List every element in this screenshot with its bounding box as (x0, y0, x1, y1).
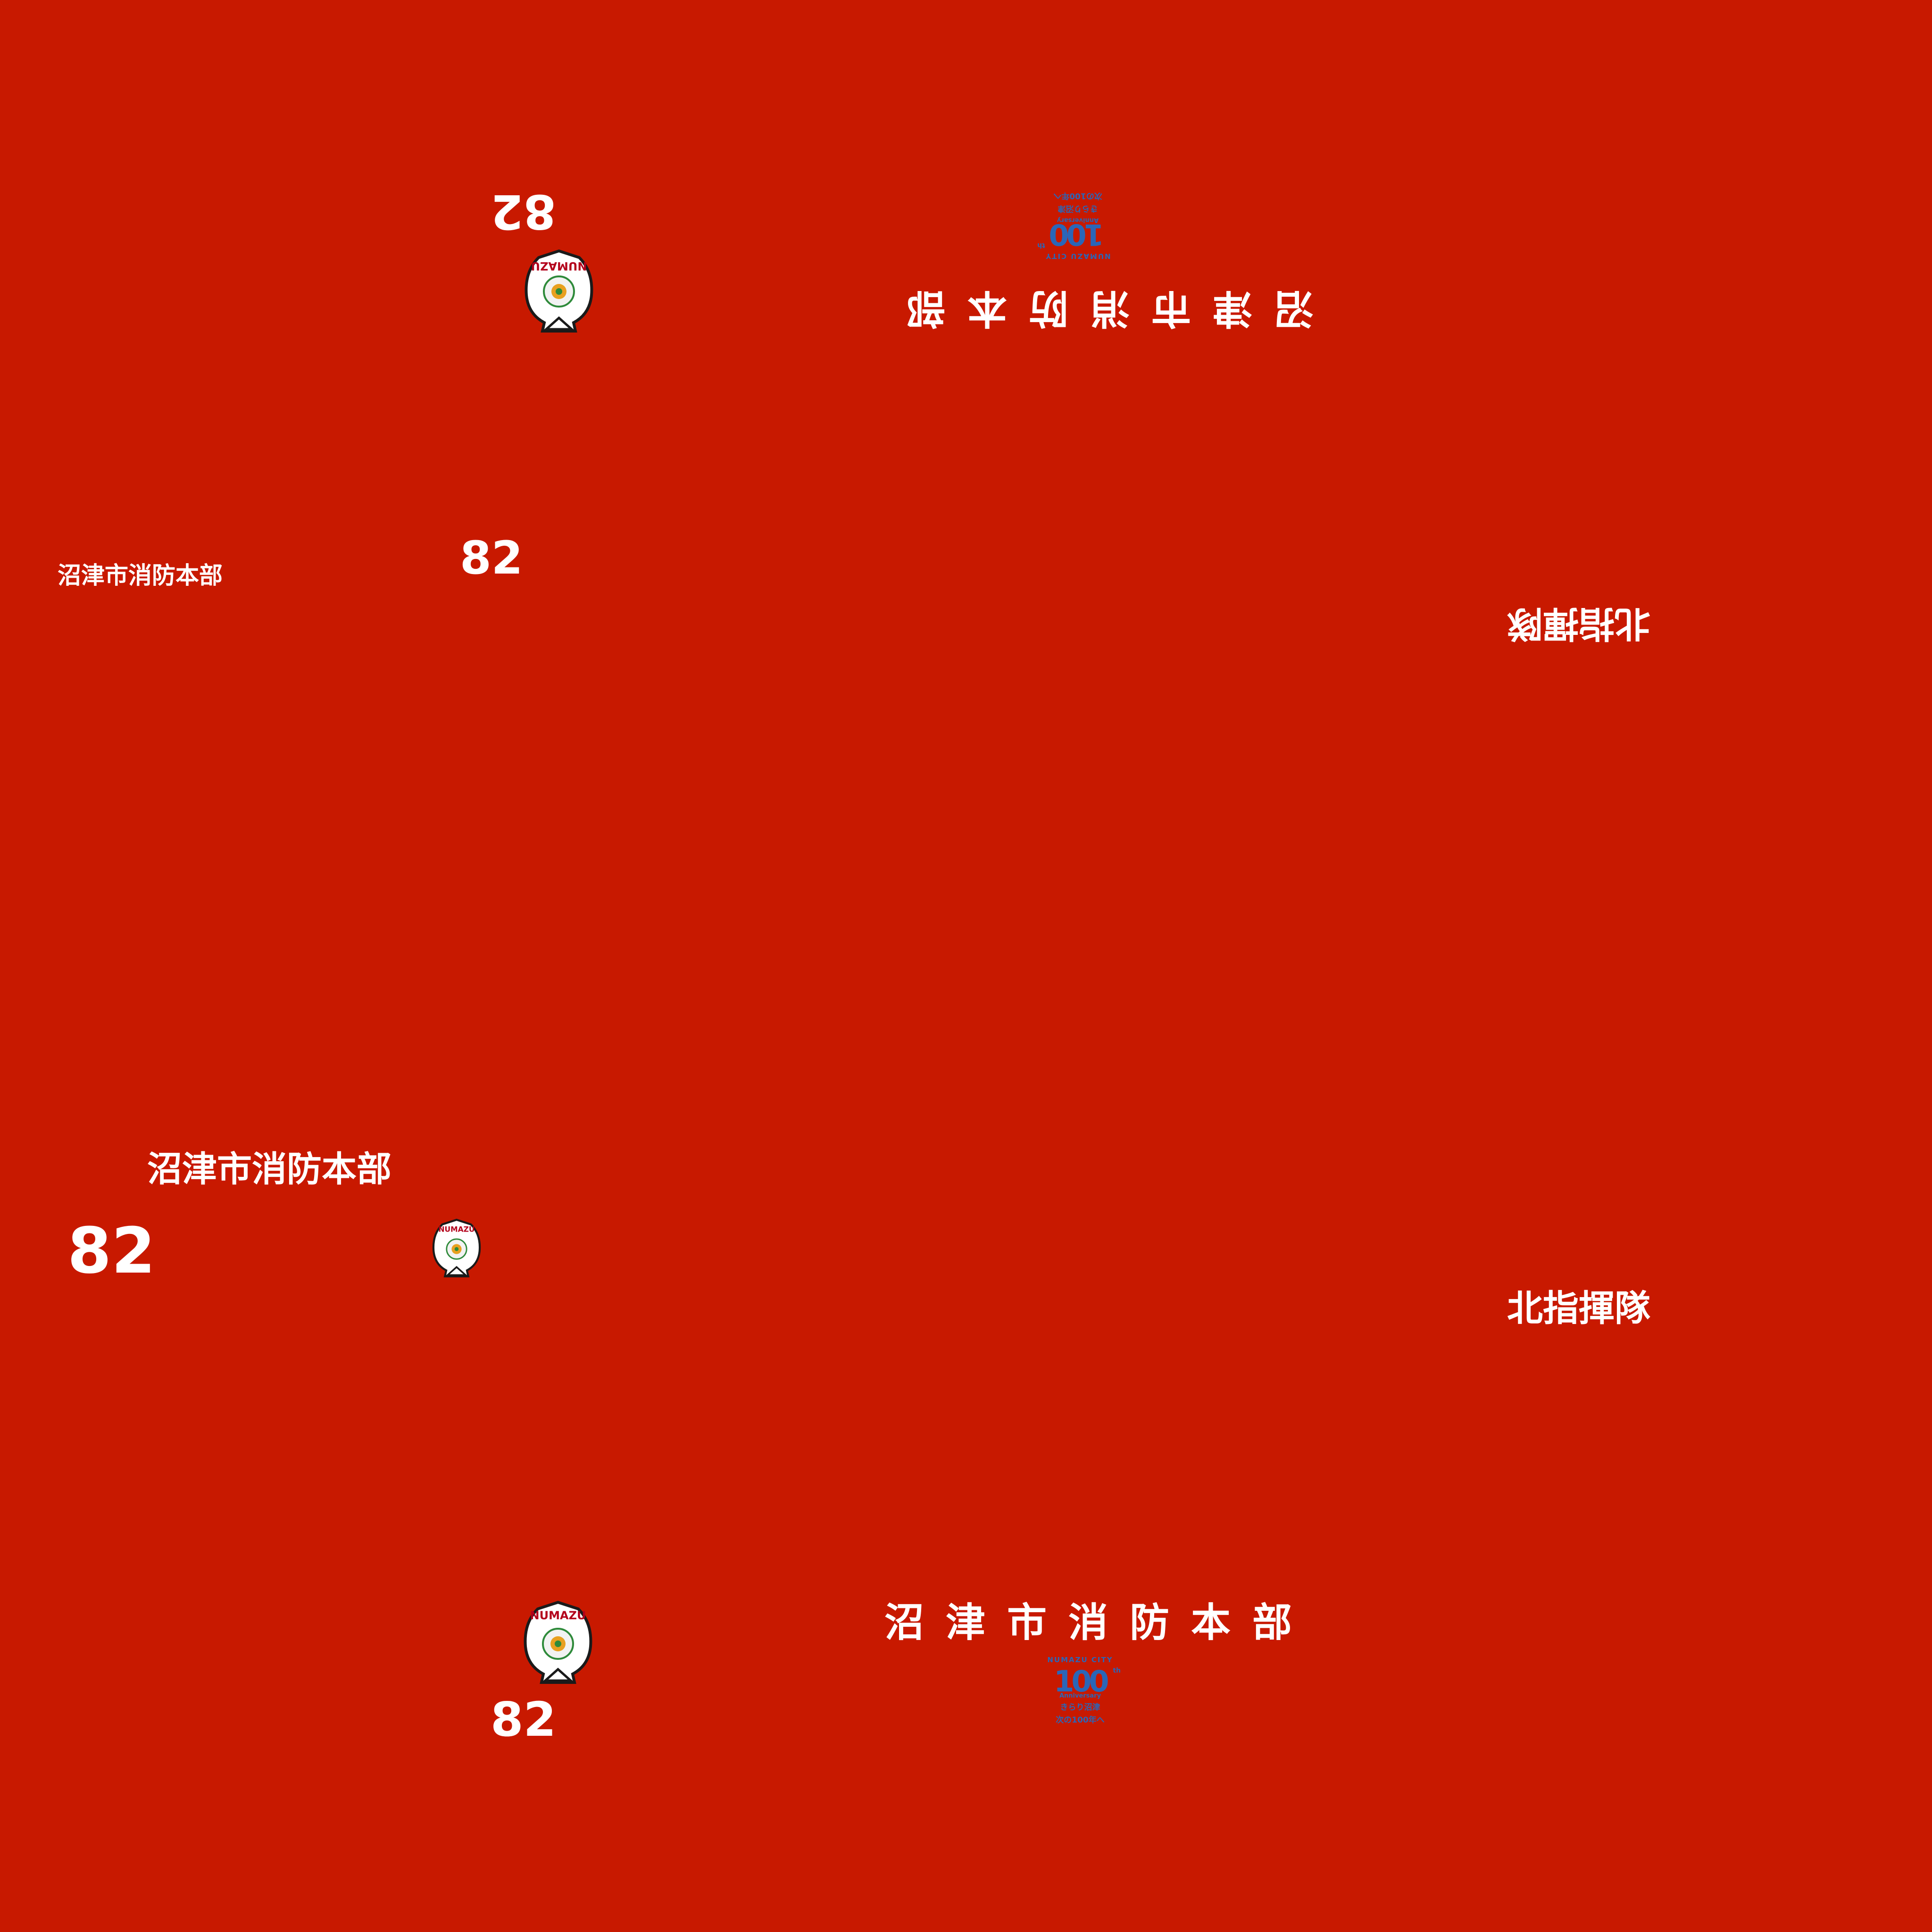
department-name-middle: 沼津市消防本部 (147, 1149, 391, 1190)
emblem-label: NUMAZU (439, 1225, 475, 1233)
unit-number-large: 82 (67, 1214, 156, 1288)
anniversary-tagline-2: 次の100年へ (1056, 1715, 1105, 1725)
department-name-top-flipped: 沼津市消防本部 (884, 285, 1314, 332)
anniversary-city: NUMAZU CITY (1045, 252, 1111, 260)
numazu-emblem-icon: NUMAZU (524, 1600, 592, 1684)
unit-number-top-flipped: 82 (491, 184, 557, 239)
squad-name-top-flipped: 北指揮隊 (1507, 603, 1650, 645)
numazu-emblem-icon: NUMAZU (432, 1218, 481, 1278)
anniversary-tagline-2: 次の100年へ (1053, 191, 1102, 200)
emblem-label: NUMAZU (531, 259, 587, 273)
numazu-emblem-icon: NUMAZU (525, 249, 593, 333)
emblem-label: NUMAZU (530, 1609, 586, 1622)
anniversary-suffix: th (1113, 1667, 1121, 1674)
anniversary-logo-top-flipped: NUMAZU CITY 100 th Anniversary きらり沼津 次の1… (1035, 191, 1120, 260)
unit-number-bottom: 82 (491, 1692, 557, 1747)
anniversary-city: NUMAZU CITY (1047, 1656, 1113, 1664)
anniversary-tagline-1: きらり沼津 (1058, 204, 1098, 213)
anniversary-suffix: th (1037, 242, 1045, 249)
anniversary-number: 100 (1054, 1664, 1109, 1699)
department-name-bottom: 沼津市消防本部 (884, 1599, 1314, 1646)
department-name-small: 沼津市消防本部 (58, 562, 223, 589)
squad-name-bottom: 北指揮隊 (1507, 1287, 1650, 1329)
anniversary-logo-bottom: NUMAZU CITY 100 th Anniversary きらり沼津 次の1… (1038, 1656, 1123, 1725)
unit-number-side: 82 (460, 532, 523, 584)
anniversary-number: 100 (1051, 217, 1104, 252)
anniversary-tagline-1: きらり沼津 (1060, 1703, 1100, 1712)
